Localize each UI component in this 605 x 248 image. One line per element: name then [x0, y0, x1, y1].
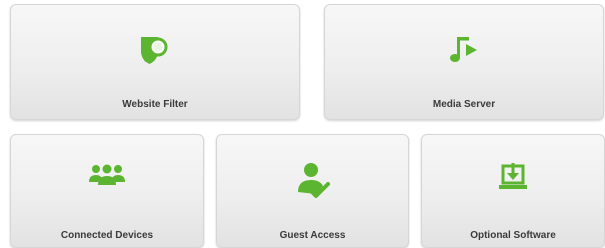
- media-server-tile[interactable]: Media Server: [324, 4, 604, 120]
- optional-software-label: Optional Software: [470, 230, 556, 241]
- optional-software-tile[interactable]: Optional Software: [421, 134, 605, 248]
- guest-access-label: Guest Access: [279, 230, 346, 241]
- connected-devices-icon: [89, 164, 125, 185]
- guest-access-tile[interactable]: Guest Access: [216, 134, 409, 248]
- optional-software-icon: [499, 163, 527, 189]
- website-filter-label: Website Filter: [122, 99, 188, 110]
- connected-devices-label: Connected Devices: [60, 230, 154, 241]
- feature-tiles: Website Filter Media Server Connected De…: [0, 0, 605, 248]
- media-server-icon: [450, 37, 477, 62]
- media-server-label: Media Server: [432, 99, 496, 110]
- guest-access-icon: [297, 163, 330, 198]
- website-filter-icon: [141, 37, 168, 64]
- connected-devices-tile[interactable]: Connected Devices: [10, 134, 204, 248]
- website-filter-tile[interactable]: Website Filter: [10, 4, 300, 120]
